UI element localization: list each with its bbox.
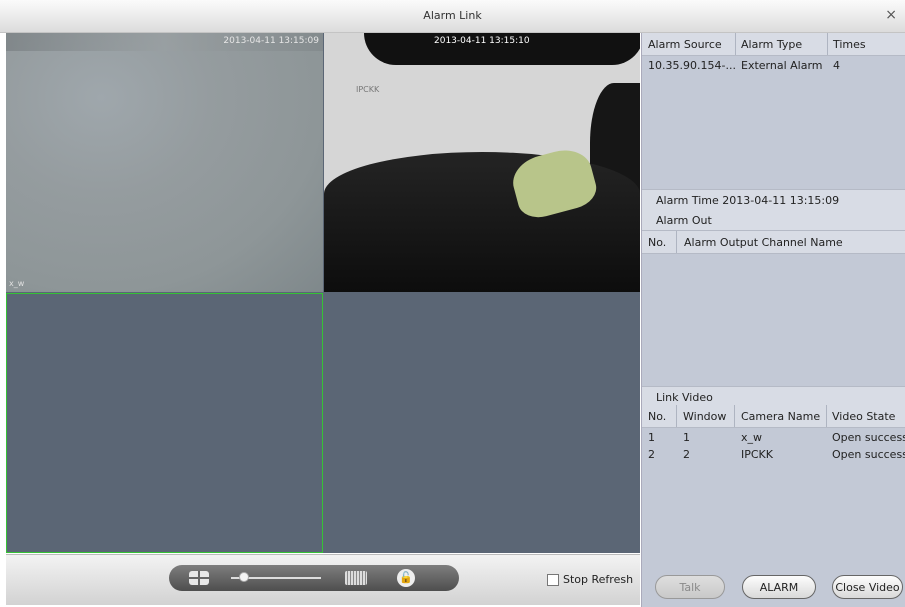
video-window-3[interactable] [6,293,323,553]
table-row[interactable]: 2 2 IPCKK Open success [642,446,905,462]
column-divider [676,405,677,427]
link-camera-name: x_w [741,431,763,444]
alarm-table-header: Alarm Source Alarm Type Times [642,33,905,56]
alarm-times: 4 [833,59,840,72]
column-header: Camera Name [741,410,821,423]
close-video-button[interactable]: Close Video [832,575,903,599]
video-timestamp: 2013-04-11 13:15:09 [223,36,319,46]
link-video-header: No. Window Camera Name Video State [642,405,905,428]
link-video-state: Open success [832,431,905,444]
alarm-source: 10.35.90.154-... [648,59,736,72]
link-camera-name: IPCKK [741,448,773,461]
stop-refresh-label: Stop Refresh [563,573,634,586]
link-window: 2 [683,448,690,461]
alarm-panel: Alarm Source Alarm Type Times 10.35.90.1… [641,33,905,607]
column-header: Video State [832,410,896,423]
link-video-state: Open success [832,448,905,461]
video-grid: 2013-04-11 13:15:09 x_w 2013-04-11 13:15… [6,33,640,553]
section-title: Link Video [656,391,713,404]
split-slider-knob[interactable] [239,572,249,582]
column-header: No. [648,410,667,423]
camera-label: IPCKK [356,85,380,94]
close-icon[interactable]: × [885,7,897,23]
table-row[interactable]: 10.35.90.154-... External Alarm 4 [642,57,905,73]
column-divider [827,33,828,55]
multi-split-icon[interactable] [345,571,367,585]
column-header: Window [683,410,727,423]
alarm-time-label: Alarm Time 2013-04-11 13:15:09 [656,194,840,207]
video-toolbar: 🔓 Stop Refresh [6,554,640,605]
link-window: 1 [683,431,690,444]
column-header: No. [648,236,667,249]
title-bar: Alarm Link × [0,0,905,33]
stop-refresh-checkbox[interactable] [547,573,559,586]
window-title: Alarm Link [423,9,482,22]
column-divider [734,405,735,427]
alarm-out-section: Alarm Out [642,210,905,231]
section-title: Alarm Out [656,214,712,227]
video-window-2[interactable]: 2013-04-11 13:15:10 IPCKK [324,33,640,292]
column-divider [735,33,736,55]
table-row[interactable]: 1 1 x_w Open success [642,429,905,445]
column-header: Alarm Source [648,38,722,51]
column-header: Alarm Output Channel Name [684,236,843,249]
link-no: 2 [648,448,655,461]
link-no: 1 [648,431,655,444]
column-divider [676,231,677,253]
alarm-type: External Alarm [741,59,823,72]
column-divider [826,405,827,427]
talk-button[interactable]: Talk [655,575,725,599]
video-window-4[interactable] [324,293,640,553]
video-window-1[interactable]: 2013-04-11 13:15:09 x_w [6,33,323,292]
column-header: Alarm Type [741,38,803,51]
video-timestamp: 2013-04-11 13:15:10 [434,36,530,46]
alarm-out-header: No. Alarm Output Channel Name [642,231,905,254]
four-split-icon[interactable] [189,571,209,585]
camera-label: x_w [9,279,25,288]
stop-refresh-option[interactable]: Stop Refresh [547,573,633,586]
alarm-time-row: Alarm Time 2013-04-11 13:15:09 [642,189,905,211]
control-pill: 🔓 [169,565,459,591]
unlock-icon[interactable]: 🔓 [397,569,415,587]
alarm-button[interactable]: ALARM [742,575,816,599]
column-header: Times [833,38,866,51]
